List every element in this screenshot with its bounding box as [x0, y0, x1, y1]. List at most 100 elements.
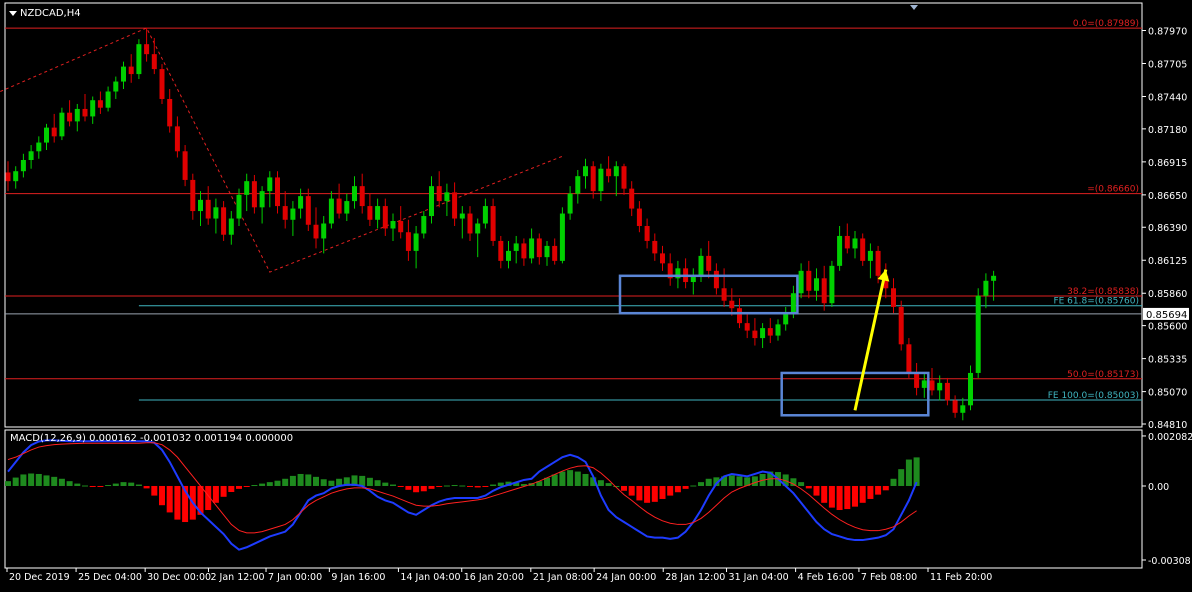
candle[interactable]	[413, 226, 419, 269]
candle[interactable]	[721, 268, 727, 307]
candle[interactable]	[490, 198, 496, 246]
candle[interactable]	[621, 163, 627, 195]
candle[interactable]	[51, 113, 57, 143]
candle[interactable]	[929, 367, 935, 396]
candle[interactable]	[375, 198, 381, 229]
candle[interactable]	[806, 260, 812, 299]
up-arrow-shaft[interactable]	[853, 269, 888, 411]
candle[interactable]	[583, 158, 588, 189]
candle[interactable]	[198, 191, 203, 226]
candle[interactable]	[174, 116, 180, 158]
candle[interactable]	[837, 226, 843, 271]
candle[interactable]	[167, 89, 173, 133]
candle[interactable]	[59, 107, 65, 141]
candle[interactable]	[944, 377, 950, 406]
candle[interactable]	[767, 318, 773, 344]
candle[interactable]	[467, 206, 473, 241]
candle[interactable]	[798, 263, 804, 299]
candle[interactable]	[867, 243, 873, 279]
candle[interactable]	[975, 288, 981, 378]
candle[interactable]	[13, 166, 19, 189]
candle[interactable]	[367, 193, 373, 226]
candle[interactable]	[729, 288, 735, 316]
candle[interactable]	[113, 76, 119, 99]
candle[interactable]	[752, 318, 758, 346]
candle[interactable]	[259, 186, 265, 224]
candle[interactable]	[613, 161, 619, 197]
candle[interactable]	[251, 174, 257, 214]
candle[interactable]	[390, 213, 396, 241]
candle[interactable]	[452, 182, 458, 226]
candle[interactable]	[282, 191, 288, 229]
candle[interactable]	[660, 245, 665, 271]
candle[interactable]	[891, 278, 896, 314]
candle[interactable]	[352, 176, 357, 209]
candle[interactable]	[690, 268, 696, 295]
candle[interactable]	[20, 153, 26, 178]
candle[interactable]	[598, 163, 604, 202]
price-pane[interactable]: 0.87970 0.87705 0.87440 0.87180 0.86915 0.866…	[0, 2, 1189, 431]
candle[interactable]	[267, 171, 273, 208]
candle[interactable]	[221, 201, 227, 241]
candle[interactable]	[44, 123, 49, 151]
candle[interactable]	[398, 206, 404, 239]
candle[interactable]	[74, 103, 80, 132]
candle[interactable]	[213, 198, 219, 234]
candle[interactable]	[5, 161, 11, 192]
candle[interactable]	[28, 145, 34, 169]
candle[interactable]	[313, 207, 319, 249]
candle[interactable]	[82, 94, 88, 122]
candle[interactable]	[590, 161, 596, 199]
candle[interactable]	[952, 395, 958, 418]
candle[interactable]	[760, 323, 766, 349]
candle[interactable]	[205, 186, 211, 225]
candle[interactable]	[529, 228, 535, 264]
candle[interactable]	[190, 173, 196, 220]
candle[interactable]	[275, 171, 280, 214]
candle[interactable]	[159, 64, 165, 104]
candle[interactable]	[983, 273, 989, 309]
candle[interactable]	[506, 240, 511, 269]
candle[interactable]	[960, 397, 966, 421]
candle[interactable]	[968, 365, 973, 411]
menu-triangle-icon[interactable]	[9, 11, 17, 16]
candle[interactable]	[328, 191, 334, 229]
candle[interactable]	[744, 313, 750, 339]
candle[interactable]	[36, 136, 42, 159]
candle[interactable]	[128, 54, 134, 83]
candle[interactable]	[429, 176, 434, 224]
candle[interactable]	[552, 238, 558, 265]
candle[interactable]	[536, 233, 542, 265]
shift-marker-icon[interactable]	[910, 5, 918, 10]
candle[interactable]	[898, 300, 904, 351]
candle[interactable]	[136, 39, 142, 80]
candle[interactable]	[914, 362, 920, 396]
candle[interactable]	[482, 198, 488, 229]
candle[interactable]	[97, 91, 103, 114]
candle[interactable]	[521, 238, 527, 266]
candle[interactable]	[683, 258, 689, 289]
candle[interactable]	[652, 233, 658, 261]
candle[interactable]	[498, 235, 504, 269]
candle[interactable]	[336, 183, 342, 219]
candle[interactable]	[775, 319, 781, 341]
candle[interactable]	[844, 223, 850, 254]
candle[interactable]	[921, 372, 927, 398]
candle[interactable]	[606, 156, 612, 183]
candle[interactable]	[67, 100, 73, 127]
candle[interactable]	[228, 211, 234, 245]
candle[interactable]	[90, 96, 96, 124]
candle[interactable]	[852, 230, 858, 259]
candle[interactable]	[344, 193, 350, 222]
candle[interactable]	[244, 173, 250, 212]
candle[interactable]	[713, 263, 719, 295]
candle[interactable]	[436, 171, 442, 208]
candle[interactable]	[644, 218, 650, 249]
candle[interactable]	[182, 145, 188, 187]
candle[interactable]	[559, 207, 565, 264]
candle[interactable]	[305, 188, 311, 231]
candle[interactable]	[821, 265, 827, 311]
candle[interactable]	[575, 169, 581, 204]
candle[interactable]	[629, 181, 635, 217]
candle[interactable]	[121, 61, 126, 90]
